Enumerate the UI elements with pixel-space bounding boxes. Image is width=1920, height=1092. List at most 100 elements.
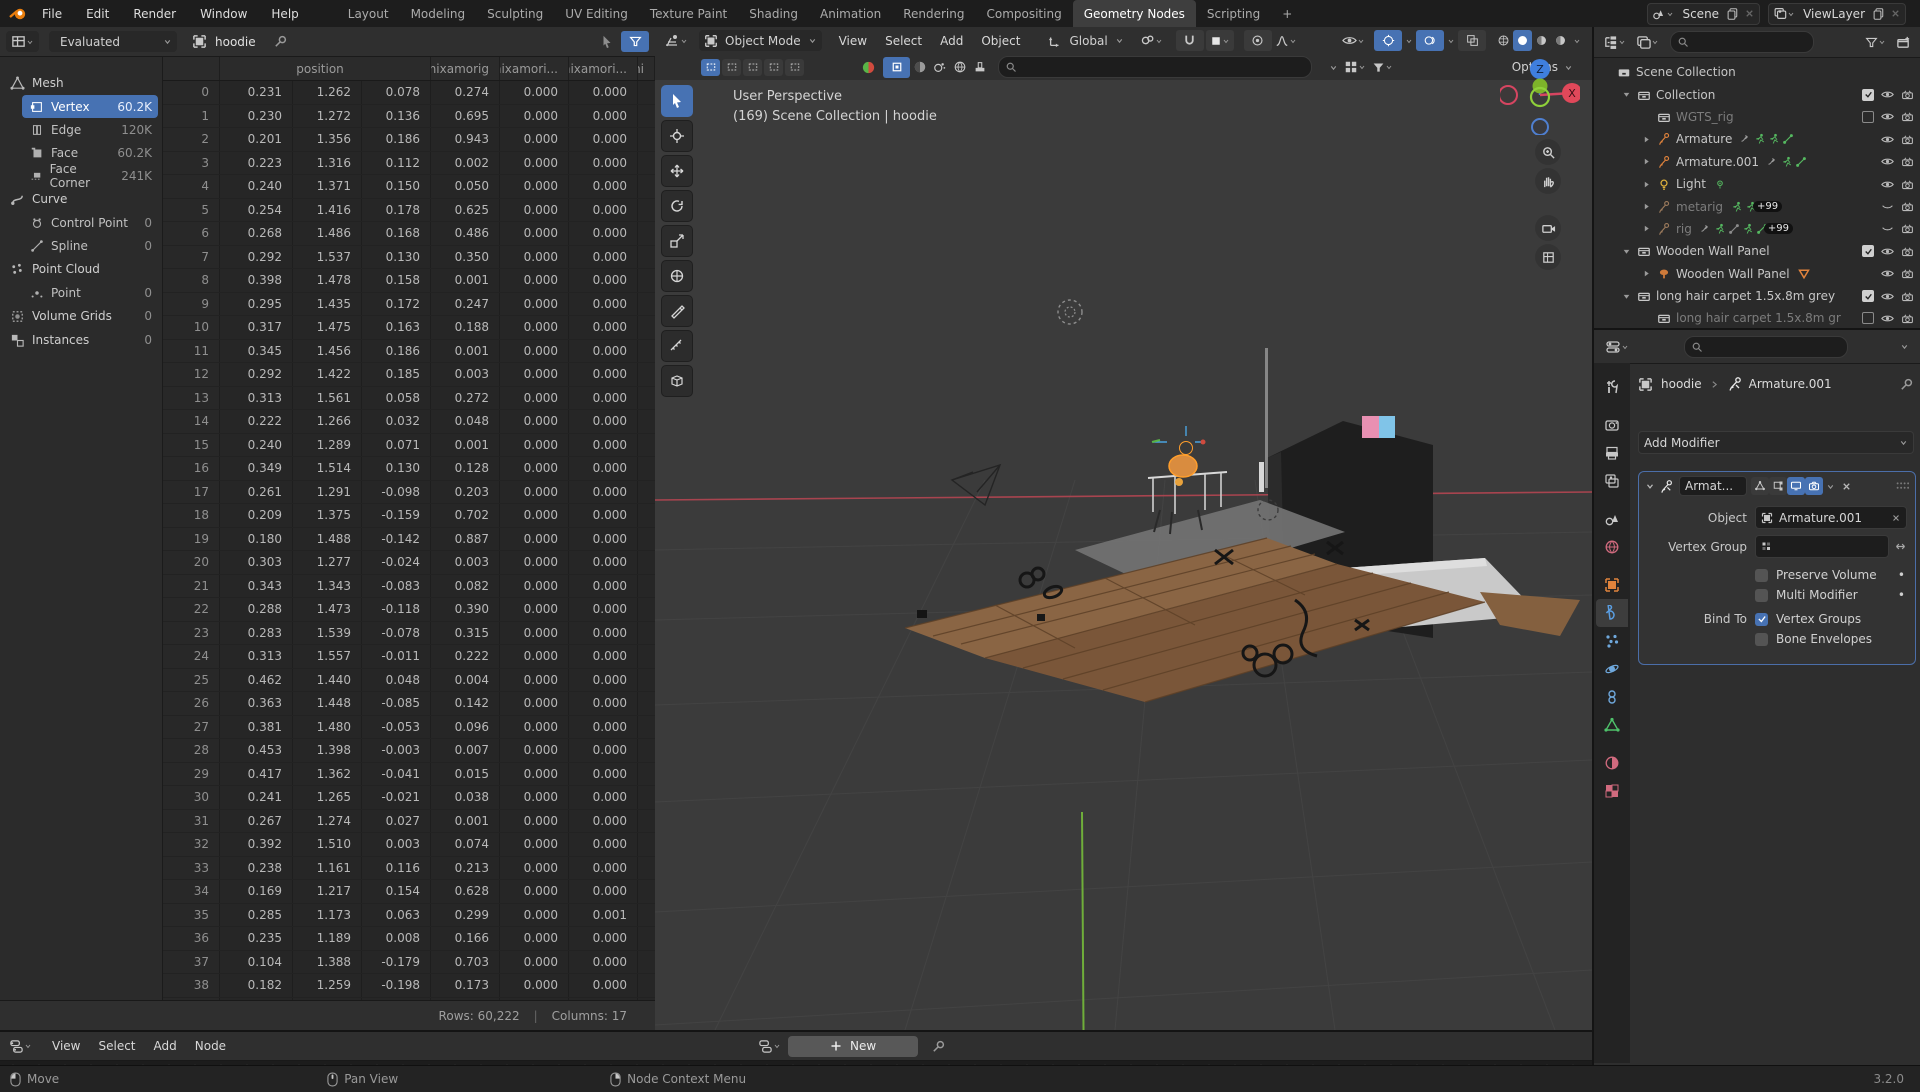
outliner-row-wgts-rig[interactable]: WGTS_rig <box>1598 106 1920 128</box>
workspace-tab-scripting[interactable]: Scripting <box>1196 0 1271 27</box>
modifier-object-field[interactable]: Armature.001 <box>1755 506 1907 529</box>
editor-type-node-icon[interactable] <box>6 1036 35 1057</box>
topbar-menu-edit[interactable]: Edit <box>74 0 121 27</box>
expander-icon[interactable] <box>1642 202 1651 211</box>
outliner-item-label[interactable]: Light <box>1676 177 1706 191</box>
disable-render-toggle[interactable] <box>1901 290 1914 303</box>
exclude-checkbox[interactable] <box>1862 290 1874 302</box>
outliner-row-long-hair-carpet-1-5x-8m-gr[interactable]: long hair carpet 1.5x.8m gr <box>1598 307 1920 329</box>
dataset-dropdown[interactable]: Evaluated <box>49 31 177 52</box>
hide-eye-toggle[interactable] <box>1881 200 1894 213</box>
outliner-row-scene-collection[interactable]: Scene Collection <box>1598 61 1920 83</box>
tool-rotate[interactable] <box>661 190 693 222</box>
hide-eye-toggle[interactable] <box>1881 88 1894 101</box>
column-header-1[interactable]: mixamorig <box>431 57 500 80</box>
navigation-gizmo[interactable]: Z X <box>1500 55 1580 135</box>
disable-render-toggle[interactable] <box>1901 245 1914 258</box>
pan-hand-button[interactable] <box>1535 168 1561 194</box>
hide-eye-toggle[interactable] <box>1881 290 1894 303</box>
view-layer-selector[interactable]: ViewLayer <box>1768 3 1906 25</box>
select-mode-new[interactable] <box>701 59 720 76</box>
workspace-tab-modeling[interactable]: Modeling <box>400 0 477 27</box>
tool-tweak[interactable] <box>661 85 693 117</box>
drag-handle-icon[interactable] <box>1895 481 1909 491</box>
zoom-button[interactable] <box>1535 139 1561 165</box>
disable-render-toggle[interactable] <box>1901 110 1914 123</box>
exclude-checkbox[interactable] <box>1862 89 1874 101</box>
outliner-row-armature-001[interactable]: Armature.001 <box>1598 151 1920 173</box>
column-header-4[interactable]: mi <box>638 57 655 80</box>
expander-icon[interactable] <box>1622 247 1631 256</box>
disable-render-toggle[interactable] <box>1901 267 1914 280</box>
properties-tab-constraints[interactable] <box>1596 683 1628 711</box>
outliner-item-label[interactable]: long hair carpet 1.5x.8m gr <box>1676 311 1841 325</box>
node-menu-add[interactable]: Add <box>145 1039 186 1053</box>
editor-type-outliner-icon[interactable] <box>1600 32 1629 53</box>
disable-render-toggle[interactable] <box>1901 178 1914 191</box>
outliner-item-label[interactable]: WGTS_rig <box>1676 110 1734 124</box>
camera-view-button[interactable] <box>1535 215 1561 241</box>
properties-tab-modifiers[interactable] <box>1596 599 1628 627</box>
outliner-item-label[interactable]: Wooden Wall Panel <box>1656 244 1770 258</box>
domain-item-control-point[interactable]: Control Point0 <box>22 211 158 234</box>
hide-eye-toggle[interactable] <box>1881 222 1894 235</box>
exclude-checkbox[interactable] <box>1862 312 1874 324</box>
properties-tab-tool[interactable] <box>1596 373 1628 401</box>
new-node-tree-button[interactable]: New <box>788 1036 918 1057</box>
workspace-tab-shading[interactable]: Shading <box>738 0 809 27</box>
outliner-item-label[interactable]: Armature.001 <box>1676 155 1759 169</box>
outliner-item-label[interactable]: metarig <box>1676 200 1723 214</box>
transform-orientation-dropdown[interactable]: Global <box>1043 30 1128 51</box>
node-menu-view[interactable]: View <box>43 1039 89 1053</box>
multi-modifier-checkbox[interactable] <box>1755 589 1768 602</box>
properties-tab-object-data[interactable] <box>1596 711 1628 739</box>
object-visibility-dropdown[interactable] <box>1339 30 1368 51</box>
outliner-item-label[interactable]: rig <box>1676 222 1692 236</box>
properties-tab-object[interactable] <box>1596 571 1628 599</box>
pin-icon[interactable] <box>270 31 291 52</box>
workspace-tab-uv-editing[interactable]: UV Editing <box>554 0 639 27</box>
new-scene-icon[interactable] <box>1727 8 1739 20</box>
shading-sphere-icon[interactable] <box>910 57 930 78</box>
outliner-item-label[interactable]: Wooden Wall Panel <box>1676 267 1790 281</box>
snap-to-active-icon[interactable] <box>883 57 910 78</box>
modifier-name-input[interactable]: Armat... <box>1679 476 1747 496</box>
outliner-row-wooden-wall-panel[interactable]: Wooden Wall Panel <box>1598 240 1920 262</box>
workspace-tab-compositing[interactable]: Compositing <box>975 0 1072 27</box>
hide-eye-toggle[interactable] <box>1881 245 1894 258</box>
editor-type-3d-viewport-icon[interactable] <box>661 30 691 51</box>
outliner-row-rig[interactable]: rig+99 <box>1598 218 1920 240</box>
disable-render-toggle[interactable] <box>1901 133 1914 146</box>
shading-solid-toggle[interactable] <box>1513 30 1532 51</box>
properties-search-input[interactable] <box>1684 336 1848 358</box>
expander-icon[interactable] <box>1642 224 1651 233</box>
on-cage-toggle[interactable] <box>1769 477 1787 495</box>
domain-item-point[interactable]: Point0 <box>22 281 158 304</box>
select-mode-extend[interactable] <box>722 59 741 76</box>
viewport-3d[interactable]: Object Mode ViewSelectAddObject Global <box>655 27 1592 1030</box>
properties-tab-texture[interactable] <box>1596 777 1628 805</box>
column-header-2[interactable]: mixamori... <box>500 57 569 80</box>
column-header-3[interactable]: mixamori... <box>569 57 638 80</box>
proportional-editing-icon[interactable] <box>1244 30 1272 51</box>
snap-target-icon[interactable] <box>1206 30 1234 51</box>
sidebar-group-volume-grids[interactable]: Volume Grids0 <box>0 304 162 328</box>
expander-icon[interactable] <box>1622 90 1631 99</box>
hide-eye-toggle[interactable] <box>1881 267 1894 280</box>
topbar-menu-help[interactable]: Help <box>259 0 310 27</box>
gizmo-dropdown[interactable] <box>1402 30 1416 51</box>
expander-icon[interactable] <box>1642 135 1651 144</box>
filter-dropdown[interactable] <box>1369 57 1396 78</box>
disable-render-toggle[interactable] <box>1901 88 1914 101</box>
bone-envelopes-checkbox[interactable] <box>1755 633 1768 646</box>
properties-options-dropdown[interactable] <box>1897 336 1912 357</box>
properties-tab-output[interactable] <box>1596 439 1628 467</box>
viewport-search-input[interactable] <box>998 56 1312 78</box>
sidebar-group-point-cloud[interactable]: Point Cloud <box>0 257 162 281</box>
editor-type-properties-icon[interactable] <box>1602 336 1632 357</box>
outliner-row-collection[interactable]: Collection <box>1598 83 1920 105</box>
view-layer-name[interactable]: ViewLayer <box>1803 7 1865 21</box>
viewport-menu-view[interactable]: View <box>830 34 876 48</box>
workspace-tab-layout[interactable]: Layout <box>337 0 400 27</box>
fallback-tool-matball-icon[interactable] <box>858 57 879 78</box>
